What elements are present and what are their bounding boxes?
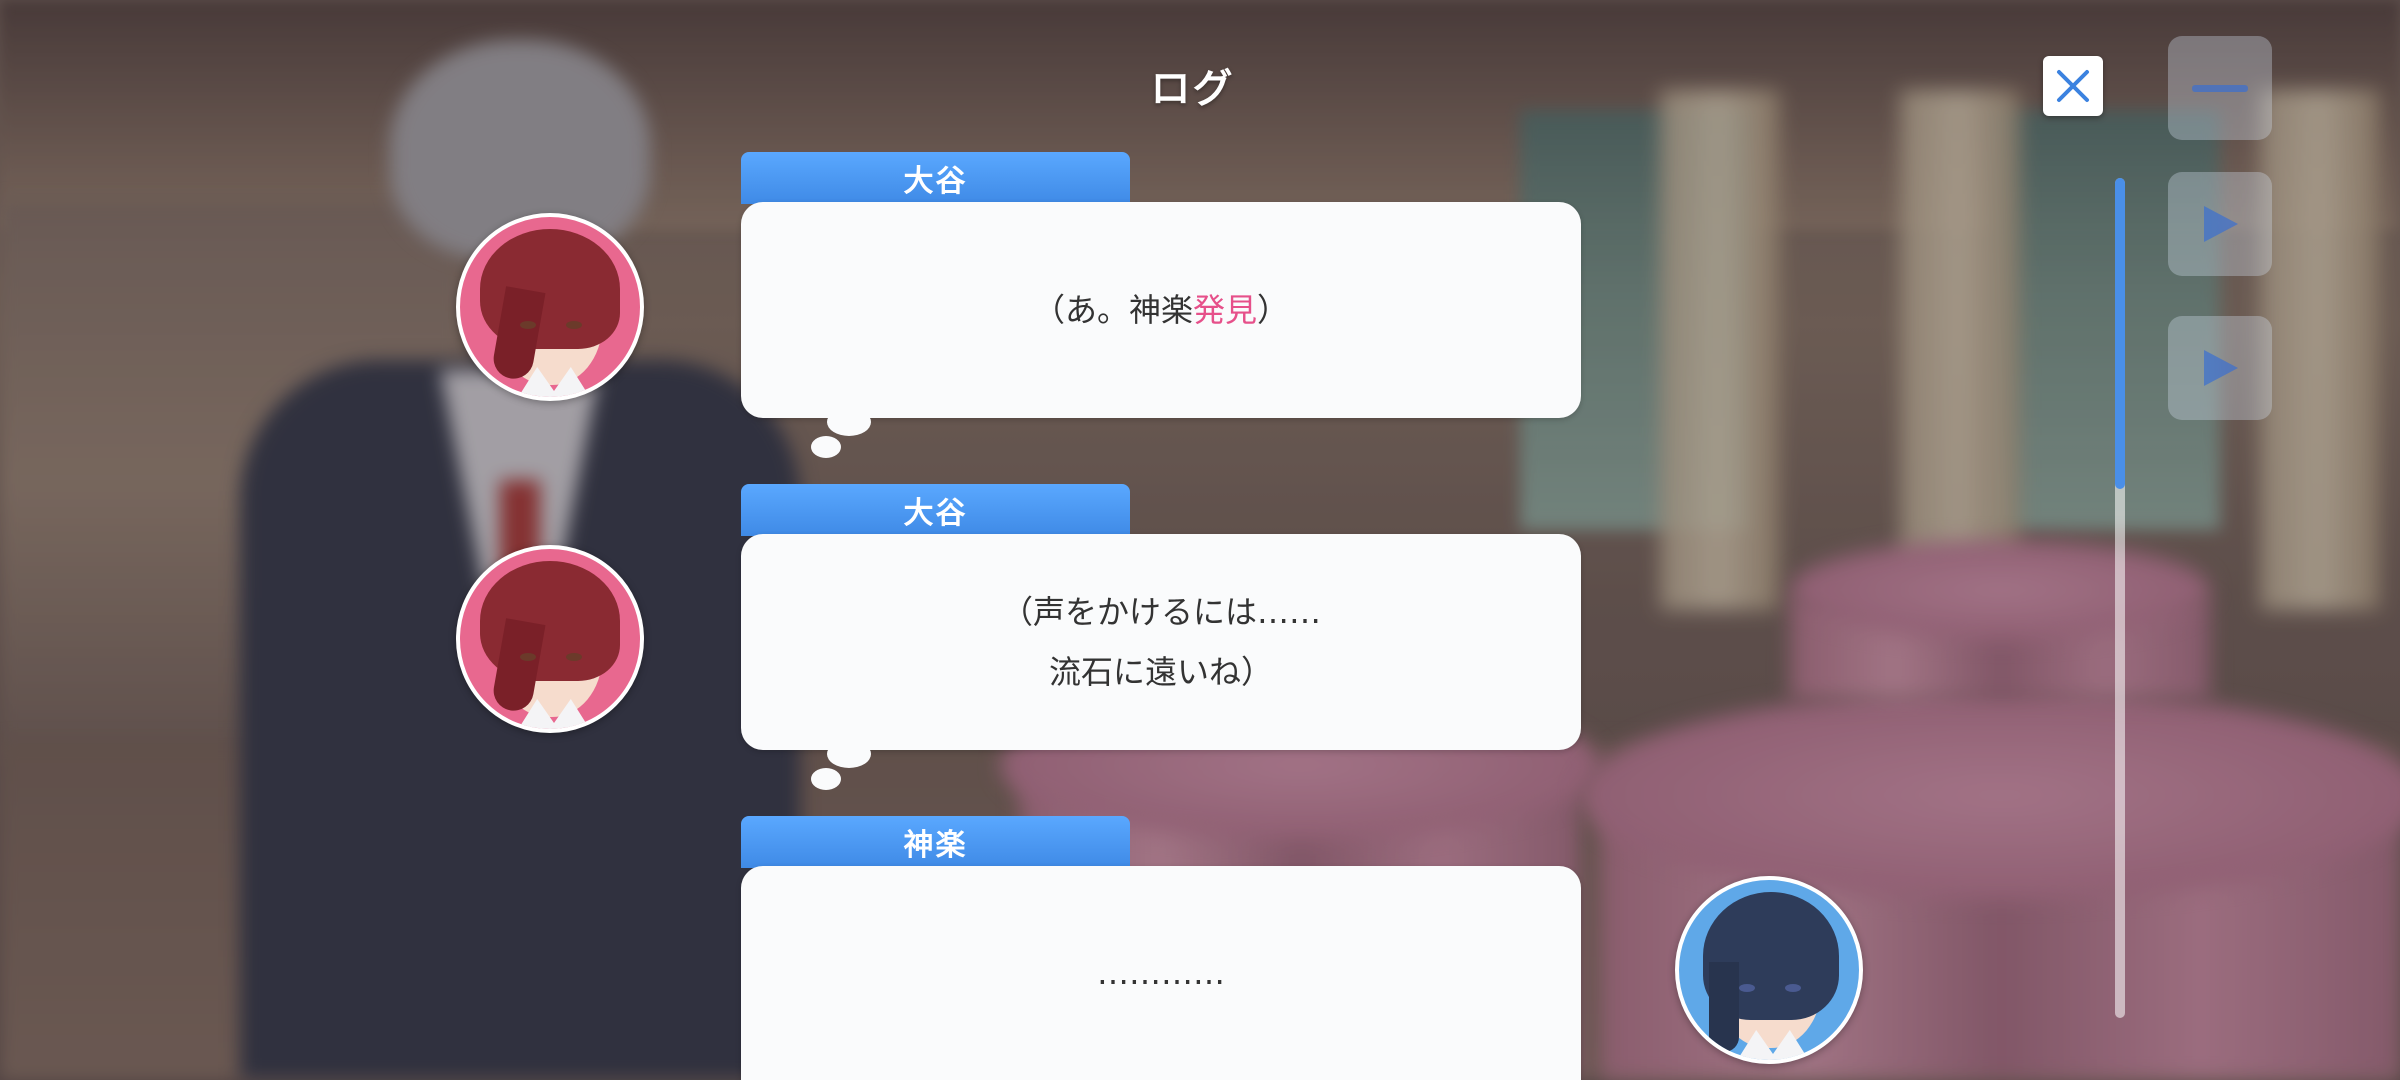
log-scrollbar[interactable]: [2115, 178, 2125, 1018]
thought-dot: [827, 740, 871, 768]
skip-icon: [2204, 350, 2238, 386]
log-title: ログ: [1150, 66, 1235, 112]
close-button[interactable]: [2043, 56, 2103, 116]
dialogue-text: …………: [1097, 954, 1225, 992]
thought-dot: [827, 408, 871, 436]
dialogue-bubble: （あ。神楽発見）: [741, 202, 1581, 418]
thought-dot: [811, 768, 841, 790]
menu-button: [2168, 36, 2272, 140]
menu-icon: [2192, 85, 2248, 92]
play-icon: [2204, 206, 2238, 242]
dialogue-text: （あ。神楽発見）: [1032, 291, 1290, 329]
speaker-name-tab: 神楽: [741, 816, 1130, 868]
thought-dot: [811, 436, 841, 458]
scrollbar-thumb[interactable]: [2115, 178, 2125, 489]
speaker-name-tab: 大谷: [741, 484, 1130, 536]
speaker-avatar-otani: [456, 213, 644, 401]
auto-play-button: [2168, 172, 2272, 276]
speaker-avatar-kagura: [1675, 876, 1863, 1064]
highlighted-word: 発見: [1192, 291, 1257, 329]
close-icon: [2057, 70, 2089, 102]
speaker-avatar-otani: [456, 545, 644, 733]
skip-button: [2168, 316, 2272, 420]
dialogue-text-line-2: 流石に遠いね）: [1048, 653, 1273, 691]
dialogue-bubble: （声をかけるには…… 流石に遠いね）: [741, 534, 1581, 750]
dialogue-text-line-1: （声をかけるには……: [1000, 593, 1321, 631]
dialogue-bubble: …………: [741, 866, 1581, 1080]
speaker-name-tab: 大谷: [741, 152, 1130, 204]
